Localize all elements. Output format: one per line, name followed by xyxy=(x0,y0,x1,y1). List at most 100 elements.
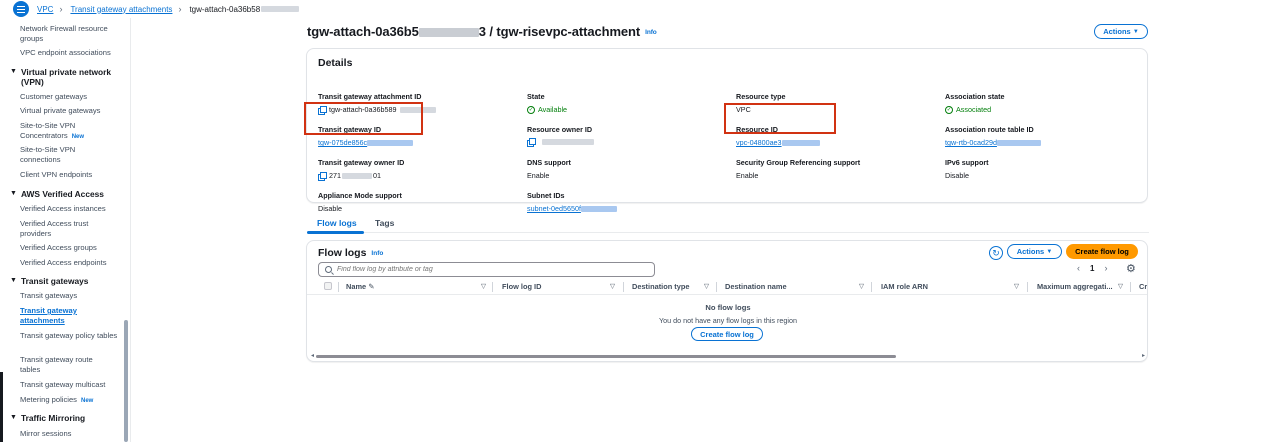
sidebar-item-transit-gateway-route-tables[interactable]: Transit gateway route tables xyxy=(20,355,100,375)
sidebar-item-client-vpn-endpoints[interactable]: Client VPN endpoints xyxy=(20,170,120,180)
sort-icon[interactable]: ▽ xyxy=(859,282,864,290)
copy-icon[interactable] xyxy=(527,138,536,147)
info-link[interactable]: Info xyxy=(645,29,657,36)
empty-create-flow-log-button[interactable]: Create flow log xyxy=(691,327,763,341)
page-title: tgw-attach-0a36b5 3 / tgw-risevpc-attachm… xyxy=(307,24,657,39)
appliance-mode-value: Disable xyxy=(318,204,342,213)
redacted-text xyxy=(261,6,300,12)
sidebar-item-transit-gateways[interactable]: Transit gateways xyxy=(20,291,120,301)
sidebar-section-label: AWS Verified Access xyxy=(20,189,104,199)
scrollbar-thumb[interactable] xyxy=(316,355,896,358)
sidebar-item-customer-gateways[interactable]: Customer gateways xyxy=(20,92,120,102)
caret-down-icon: ▼ xyxy=(10,190,17,197)
ipv6-support-value: Disable xyxy=(945,171,969,180)
appliance-mode-label: Appliance Mode support xyxy=(318,191,402,200)
sidebar-section-verified-access[interactable]: ▼ AWS Verified Access xyxy=(10,189,122,199)
association-state-label: Association state xyxy=(945,92,1005,101)
copy-icon[interactable] xyxy=(318,171,327,181)
redacted-text xyxy=(418,28,479,38)
horizontal-scrollbar[interactable]: ◂ ▸ xyxy=(311,352,1145,359)
subnet-id-link[interactable]: subnet-0ed5650f xyxy=(527,204,617,213)
page-title-prefix: tgw-attach-0a36b5 xyxy=(307,24,419,39)
sg-referencing-label: Security Group Referencing support xyxy=(736,158,861,167)
redacted-text xyxy=(996,139,1041,146)
resource-id-link[interactable]: vpc-04800ae3 xyxy=(736,138,820,147)
sidebar-section-traffic-mirroring[interactable]: ▼ Traffic Mirroring xyxy=(10,413,122,423)
tab-flow-logs[interactable]: Flow logs xyxy=(317,218,357,228)
sidebar-item-vpn-connections[interactable]: Site-to-Site VPN connections xyxy=(20,145,100,165)
chevron-right-icon[interactable]: › xyxy=(1104,263,1107,273)
breadcrumb-attachments[interactable]: Transit gateway attachments xyxy=(70,5,172,14)
breadcrumb-current: tgw-attach-0a36b58 xyxy=(189,4,261,14)
association-state-text: Associated xyxy=(956,105,992,114)
scroll-left-icon[interactable]: ◂ xyxy=(311,352,314,359)
sidebar-section-vpn[interactable]: ▼ Virtual private network (VPN) xyxy=(10,67,122,87)
sort-icon[interactable]: ▽ xyxy=(481,282,486,290)
column-header-name[interactable]: Name ✎ xyxy=(346,282,374,291)
sort-icon[interactable]: ▽ xyxy=(610,282,615,290)
column-divider xyxy=(1130,282,1131,292)
sidebar-item-verified-access-instances[interactable]: Verified Access instances xyxy=(20,204,120,214)
page-title-suffix: 3 / tgw-risevpc-attachment xyxy=(478,24,641,39)
tab-tags[interactable]: Tags xyxy=(375,218,394,228)
route-table-id-link[interactable]: tgw-rtb-0cad29d xyxy=(945,138,1041,147)
flow-logs-actions-button[interactable]: Actions ▼ xyxy=(1007,244,1062,259)
actions-button[interactable]: Actions ▼ xyxy=(1094,24,1148,39)
gear-icon[interactable]: ⚙ xyxy=(1126,262,1136,275)
sort-icon[interactable]: ▽ xyxy=(704,282,709,290)
new-badge: New xyxy=(80,398,94,404)
sidebar-item-virtual-private-gateways[interactable]: Virtual private gateways xyxy=(20,106,120,116)
sidebar-item-transit-gateway-multicast[interactable]: Transit gateway multicast xyxy=(20,380,120,390)
column-divider xyxy=(871,282,872,292)
redacted-text xyxy=(580,205,617,212)
sort-icon[interactable]: ▽ xyxy=(1014,282,1019,290)
redacted-text xyxy=(342,172,372,179)
menu-icon[interactable] xyxy=(13,1,29,17)
sidebar-item-transit-gateway-attachments[interactable]: Transit gateway attachments xyxy=(20,306,90,326)
sidebar-item-vpn-concentrators[interactable]: Site-to-Site VPN Concentrators New xyxy=(20,121,100,142)
tgw-owner-id-label: Transit gateway owner ID xyxy=(318,158,405,167)
column-header-flow-log-id[interactable]: Flow log ID xyxy=(502,282,541,291)
sidebar-item-metering-policies[interactable]: Metering policies New xyxy=(20,395,120,406)
sidebar-item-network-firewall-resource-groups[interactable]: Network Firewall resource groups xyxy=(20,24,120,44)
column-header-destination-name[interactable]: Destination name xyxy=(725,282,787,291)
tgw-id-link[interactable]: tgw-075de856c xyxy=(318,138,414,147)
sidebar-item-verified-access-groups[interactable]: Verified Access groups xyxy=(20,243,120,253)
caret-down-icon: ▼ xyxy=(1046,248,1053,255)
column-header-iam-role-arn[interactable]: IAM role ARN xyxy=(881,282,928,291)
search-input[interactable] xyxy=(337,266,637,273)
check-circle-icon: ✓ xyxy=(945,105,953,114)
select-all-checkbox[interactable] xyxy=(324,282,332,290)
column-header-max-aggregation[interactable]: Maximum aggregati... xyxy=(1037,282,1113,291)
create-flow-log-button[interactable]: Create flow log xyxy=(1066,244,1138,259)
tgw-id-text: tgw-075de856c xyxy=(318,138,368,147)
route-table-id-label: Association route table ID xyxy=(945,125,1034,134)
sort-icon[interactable]: ▽ xyxy=(1118,282,1123,290)
caret-down-icon: ▼ xyxy=(10,277,17,284)
search-field[interactable] xyxy=(318,262,655,277)
sidebar-item-verified-access-trust-providers[interactable]: Verified Access trust providers xyxy=(20,219,120,239)
subnet-id-text: subnet-0ed5650f xyxy=(527,204,581,213)
sidebar-item-vpc-endpoint-associations[interactable]: VPC endpoint associations xyxy=(20,48,120,58)
info-link[interactable]: Info xyxy=(371,250,383,257)
dns-support-value: Enable xyxy=(527,171,550,180)
sidebar-section-label: Transit gateways xyxy=(20,276,89,286)
refresh-icon[interactable]: ↻ xyxy=(989,246,1003,260)
redacted-text xyxy=(781,139,820,146)
column-divider xyxy=(1027,282,1028,292)
sidebar-scrollbar[interactable] xyxy=(124,320,128,442)
column-header-destination-type[interactable]: Destination type xyxy=(632,282,690,291)
breadcrumb-vpc[interactable]: VPC xyxy=(37,5,53,14)
chevron-right-icon: › xyxy=(178,4,182,14)
chevron-left-icon[interactable]: ‹ xyxy=(1077,263,1080,273)
check-circle-icon: ✓ xyxy=(527,105,535,114)
column-header-created[interactable]: Cr xyxy=(1139,282,1147,291)
scroll-right-icon[interactable]: ▸ xyxy=(1142,352,1145,359)
sidebar-item-mirror-sessions[interactable]: Mirror sessions xyxy=(20,429,120,439)
sidebar-item-transit-gateway-policy-tables[interactable]: Transit gateway policy tables xyxy=(20,331,120,341)
sidebar-item-verified-access-endpoints[interactable]: Verified Access endpoints xyxy=(20,258,120,268)
sidebar-section-transit-gateways[interactable]: ▼ Transit gateways xyxy=(10,276,122,286)
pencil-icon: ✎ xyxy=(368,282,375,291)
page-number[interactable]: 1 xyxy=(1090,264,1094,273)
sidebar: Network Firewall resource groups VPC end… xyxy=(0,18,131,442)
